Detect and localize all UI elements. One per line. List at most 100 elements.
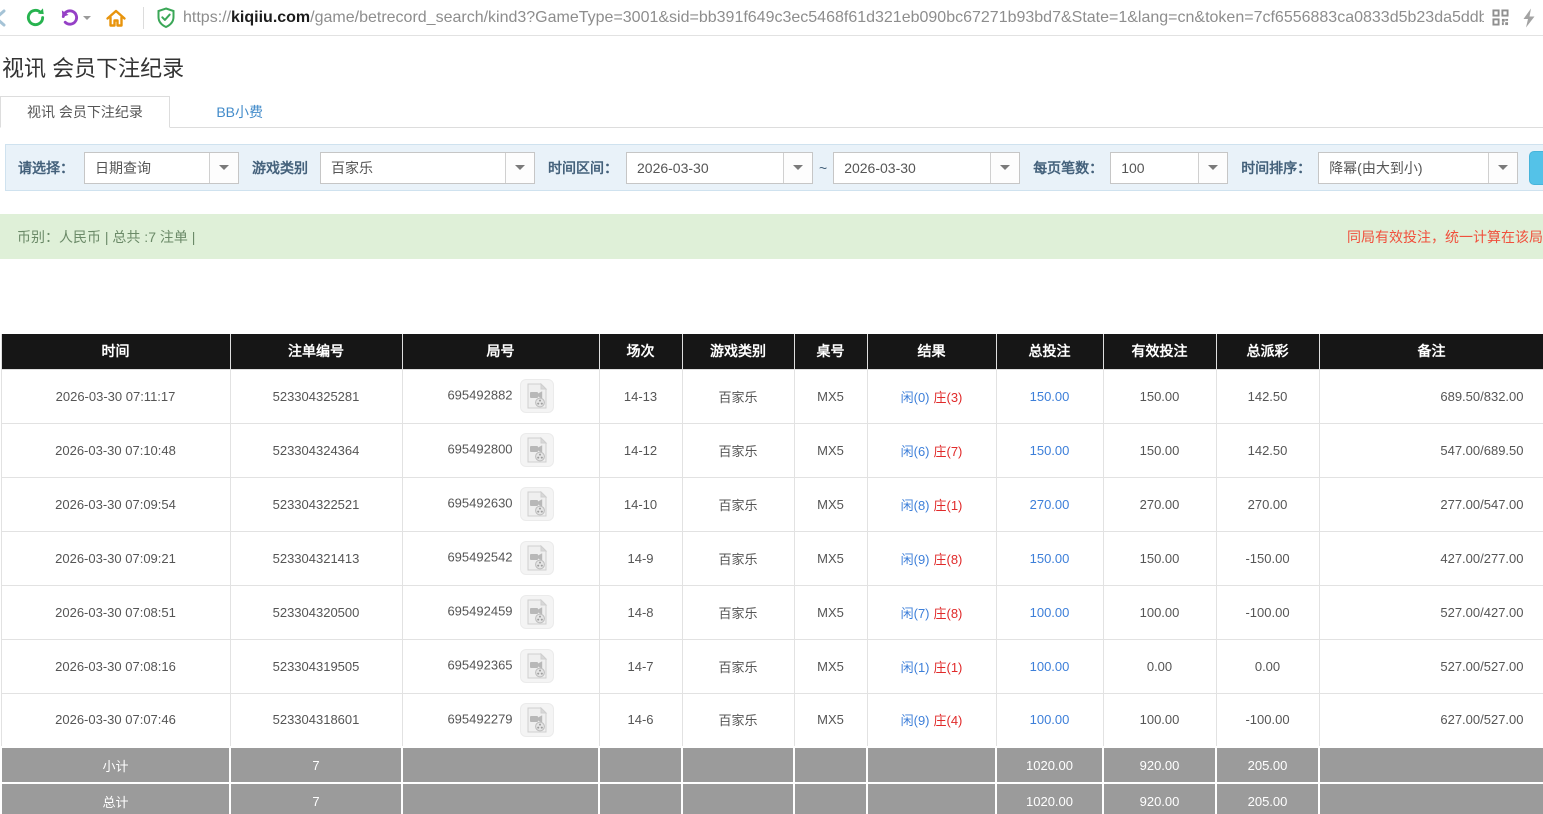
round-number: 695492279 — [447, 711, 512, 726]
cell-payout: 142.50 — [1216, 423, 1319, 477]
table-row: 2026-03-30 07:09:21 523304321413 6954925… — [1, 531, 1543, 585]
video-replay-button[interactable] — [520, 379, 554, 413]
grand-total-row: 总计 7 1020.00 920.00 205.00 — [1, 783, 1543, 814]
result-banker: 庄(3) — [934, 390, 963, 405]
back-icon[interactable] — [0, 7, 13, 29]
cell-valid-bet: 270.00 — [1103, 477, 1216, 531]
sort-order-value: 降幂(由大到小) — [1319, 153, 1488, 183]
chevron-down-icon[interactable] — [1198, 153, 1227, 183]
url-bar[interactable]: https://kiqiiu.com/game/betrecord_search… — [156, 7, 1543, 29]
cell-remark: 627.00/527.00 — [1319, 693, 1543, 747]
chevron-down-icon[interactable] — [505, 153, 534, 183]
video-replay-button[interactable] — [520, 595, 554, 629]
cell-game-type: 百家乐 — [682, 369, 794, 423]
result-banker: 庄(4) — [934, 713, 963, 728]
video-replay-button[interactable] — [520, 703, 554, 737]
search-button[interactable]: 查询 — [1529, 151, 1543, 185]
video-replay-button[interactable] — [520, 433, 554, 467]
cell-valid-bet: 100.00 — [1103, 585, 1216, 639]
cell-bet-id: 523304324364 — [230, 423, 402, 477]
cell-session: 14-10 — [599, 477, 682, 531]
tab-bb-tip[interactable]: BB小费 — [190, 97, 289, 129]
date-to-select[interactable]: 2026-03-30 — [833, 152, 1020, 184]
chevron-down-icon[interactable] — [209, 153, 238, 183]
cell-payout: 270.00 — [1216, 477, 1319, 531]
security-shield-icon[interactable] — [156, 7, 176, 29]
cell-time: 2026-03-30 07:07:46 — [1, 693, 230, 747]
cell-result: 闲(1)庄(1) — [867, 639, 996, 693]
undo-control[interactable] — [59, 7, 91, 28]
subtotal-row: 小计 7 1020.00 920.00 205.00 — [1, 747, 1543, 783]
cell-remark: 527.00/427.00 — [1319, 585, 1543, 639]
cell-total-bet: 100.00 — [996, 639, 1103, 693]
date-to-value: 2026-03-30 — [834, 153, 990, 183]
address-text[interactable]: https://kiqiiu.com/game/betrecord_search… — [183, 9, 1484, 27]
total-bet-link[interactable]: 150.00 — [1030, 443, 1070, 458]
chevron-down-icon[interactable] — [83, 16, 91, 24]
game-category-select[interactable]: 百家乐 — [320, 152, 535, 184]
cell-time: 2026-03-30 07:10:48 — [1, 423, 230, 477]
cell-round: 695492365 — [402, 639, 599, 693]
video-replay-button[interactable] — [520, 541, 554, 575]
sort-order-select[interactable]: 降幂(由大到小) — [1318, 152, 1518, 184]
total-bet-link[interactable]: 100.00 — [1030, 659, 1070, 674]
tab-bar: 视讯 会员下注纪录 BB小费 — [0, 96, 1543, 128]
cell-result: 闲(8)庄(1) — [867, 477, 996, 531]
total-bet-link[interactable]: 150.00 — [1030, 551, 1070, 566]
total-bet-link[interactable]: 150.00 — [1030, 389, 1070, 404]
query-type-label: 请选择： — [18, 158, 74, 178]
cell-total-bet: 100.00 — [996, 693, 1103, 747]
date-from-value: 2026-03-30 — [627, 153, 783, 183]
cell-round: 695492630 — [402, 477, 599, 531]
cell-total-bet: 100.00 — [996, 585, 1103, 639]
chevron-down-icon[interactable] — [1488, 153, 1517, 183]
empty-cell — [682, 783, 794, 814]
cell-time: 2026-03-30 07:08:16 — [1, 639, 230, 693]
tab-bet-records[interactable]: 视讯 会员下注纪录 — [0, 96, 170, 128]
total-payout: 205.00 — [1216, 783, 1319, 814]
video-replay-button[interactable] — [520, 487, 554, 521]
round-number: 695492365 — [447, 657, 512, 672]
chevron-down-icon[interactable] — [990, 153, 1019, 183]
cell-session: 14-13 — [599, 369, 682, 423]
cell-valid-bet: 100.00 — [1103, 693, 1216, 747]
empty-cell — [867, 783, 996, 814]
cell-time: 2026-03-30 07:08:51 — [1, 585, 230, 639]
lightning-icon[interactable] — [1521, 8, 1537, 28]
total-bet-link[interactable]: 100.00 — [1030, 712, 1070, 727]
cell-total-bet: 150.00 — [996, 531, 1103, 585]
undo-icon[interactable] — [59, 7, 80, 28]
date-from-select[interactable]: 2026-03-30 — [626, 152, 813, 184]
video-replay-button[interactable] — [520, 649, 554, 683]
cell-table-no: MX5 — [794, 369, 867, 423]
total-bet-link[interactable]: 100.00 — [1030, 605, 1070, 620]
empty-cell — [1319, 783, 1543, 814]
cell-total-bet: 150.00 — [996, 369, 1103, 423]
cell-valid-bet: 150.00 — [1103, 531, 1216, 585]
currency-total-text: 币别：人民币 | 总共 :7 注单 | — [0, 227, 195, 247]
total-count: 7 — [230, 783, 402, 814]
qr-code-icon[interactable] — [1492, 9, 1509, 26]
result-banker: 庄(8) — [934, 606, 963, 621]
total-label: 总计 — [1, 783, 230, 814]
cell-result: 闲(9)庄(8) — [867, 531, 996, 585]
total-valid-bet: 920.00 — [1103, 783, 1216, 814]
table-row: 2026-03-30 07:10:48 523304324364 6954928… — [1, 423, 1543, 477]
home-icon[interactable] — [105, 7, 127, 29]
cell-valid-bet: 150.00 — [1103, 369, 1216, 423]
query-type-select[interactable]: 日期查询 — [84, 152, 239, 184]
chevron-down-icon[interactable] — [783, 153, 812, 183]
cell-round: 695492459 — [402, 585, 599, 639]
total-bet-link[interactable]: 270.00 — [1030, 497, 1070, 512]
cell-time: 2026-03-30 07:09:54 — [1, 477, 230, 531]
cell-result: 闲(6)庄(7) — [867, 423, 996, 477]
cell-table-no: MX5 — [794, 423, 867, 477]
cell-table-no: MX5 — [794, 477, 867, 531]
valid-bet-notice: 同局有效投注，统一计算在该局 — [1347, 227, 1543, 247]
cell-remark: 427.00/277.00 — [1319, 531, 1543, 585]
sort-order-label: 时间排序： — [1241, 158, 1311, 178]
refresh-icon[interactable] — [25, 7, 46, 28]
subtotal-payout: 205.00 — [1216, 747, 1319, 783]
cell-table-no: MX5 — [794, 531, 867, 585]
page-size-select[interactable]: 100 — [1110, 152, 1228, 184]
